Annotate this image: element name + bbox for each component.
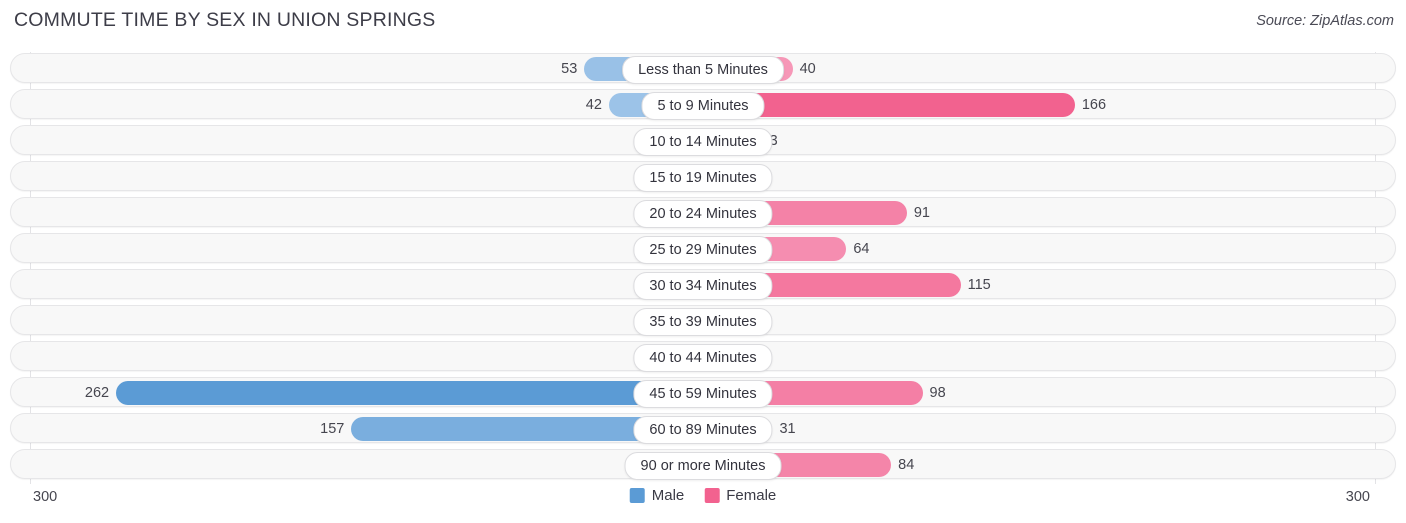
table-row: 157 31 60 to 89 Minutes: [10, 413, 1396, 444]
category-label: 60 to 89 Minutes: [633, 416, 773, 444]
value-label-female: 40: [799, 61, 816, 77]
category-label: 45 to 59 Minutes: [633, 380, 773, 408]
table-row: 53 40 Less than 5 Minutes: [10, 53, 1396, 84]
category-label: 5 to 9 Minutes: [641, 92, 765, 120]
page-title: COMMUTE TIME BY SEX IN UNION SPRINGS: [14, 9, 436, 31]
value-label-female: 31: [779, 421, 796, 437]
value-label-male: 42: [585, 97, 602, 113]
category-label: 25 to 29 Minutes: [633, 236, 773, 264]
category-label: 35 to 39 Minutes: [633, 308, 773, 336]
value-label-female: 166: [1081, 97, 1107, 113]
table-row: 42 166 5 to 9 Minutes: [10, 89, 1396, 120]
legend-swatch-icon: [629, 488, 645, 503]
table-row: 0015 to 19 Minutes: [10, 161, 1396, 192]
axis-max-right: 300: [1345, 489, 1370, 505]
plot-area: 53 40 Less than 5 Minutes 42 166 5 to 9 Minut…: [10, 52, 1396, 484]
chart-container: COMMUTE TIME BY SEX IN UNION SPRINGS Sou…: [0, 0, 1406, 523]
value-label-female: 84: [898, 457, 915, 473]
category-label: 90 or more Minutes: [624, 452, 782, 480]
legend: Male Female: [629, 487, 776, 504]
category-label: 10 to 14 Minutes: [633, 128, 773, 156]
table-row: 0040 to 44 Minutes: [10, 341, 1396, 372]
value-label-female: 91: [913, 205, 930, 221]
table-row: 0035 to 39 Minutes: [10, 305, 1396, 336]
value-label-male: 53: [561, 61, 578, 77]
table-row: 011530 to 34 Minutes: [10, 269, 1396, 300]
category-label: 40 to 44 Minutes: [633, 344, 773, 372]
value-label-female: 115: [967, 277, 991, 293]
value-label-female: 64: [853, 241, 870, 257]
value-label-male: 157: [320, 421, 345, 437]
table-row: 06425 to 29 Minutes: [10, 233, 1396, 264]
table-row: 132310 to 14 Minutes: [10, 125, 1396, 156]
category-label: 30 to 34 Minutes: [633, 272, 773, 300]
category-label: 20 to 24 Minutes: [633, 200, 773, 228]
category-label: 15 to 19 Minutes: [633, 164, 773, 192]
value-label-male: 262: [84, 385, 110, 401]
legend-swatch-icon: [704, 488, 720, 503]
table-row: 08490 or more Minutes: [10, 449, 1396, 480]
legend-item[interactable]: Male: [629, 487, 685, 504]
table-row: 262 98 45 to 59 Minutes: [10, 377, 1396, 408]
value-label-female: 98: [929, 385, 946, 401]
axis-max-left: 300: [33, 489, 58, 505]
bar-male: [116, 381, 703, 405]
legend-label: Female: [726, 487, 777, 504]
legend-label: Male: [651, 487, 685, 504]
legend-item[interactable]: Female: [704, 487, 776, 504]
table-row: 09120 to 24 Minutes: [10, 197, 1396, 228]
category-label: Less than 5 Minutes: [622, 56, 784, 84]
source-attribution: Source: ZipAtlas.com: [1256, 13, 1394, 29]
